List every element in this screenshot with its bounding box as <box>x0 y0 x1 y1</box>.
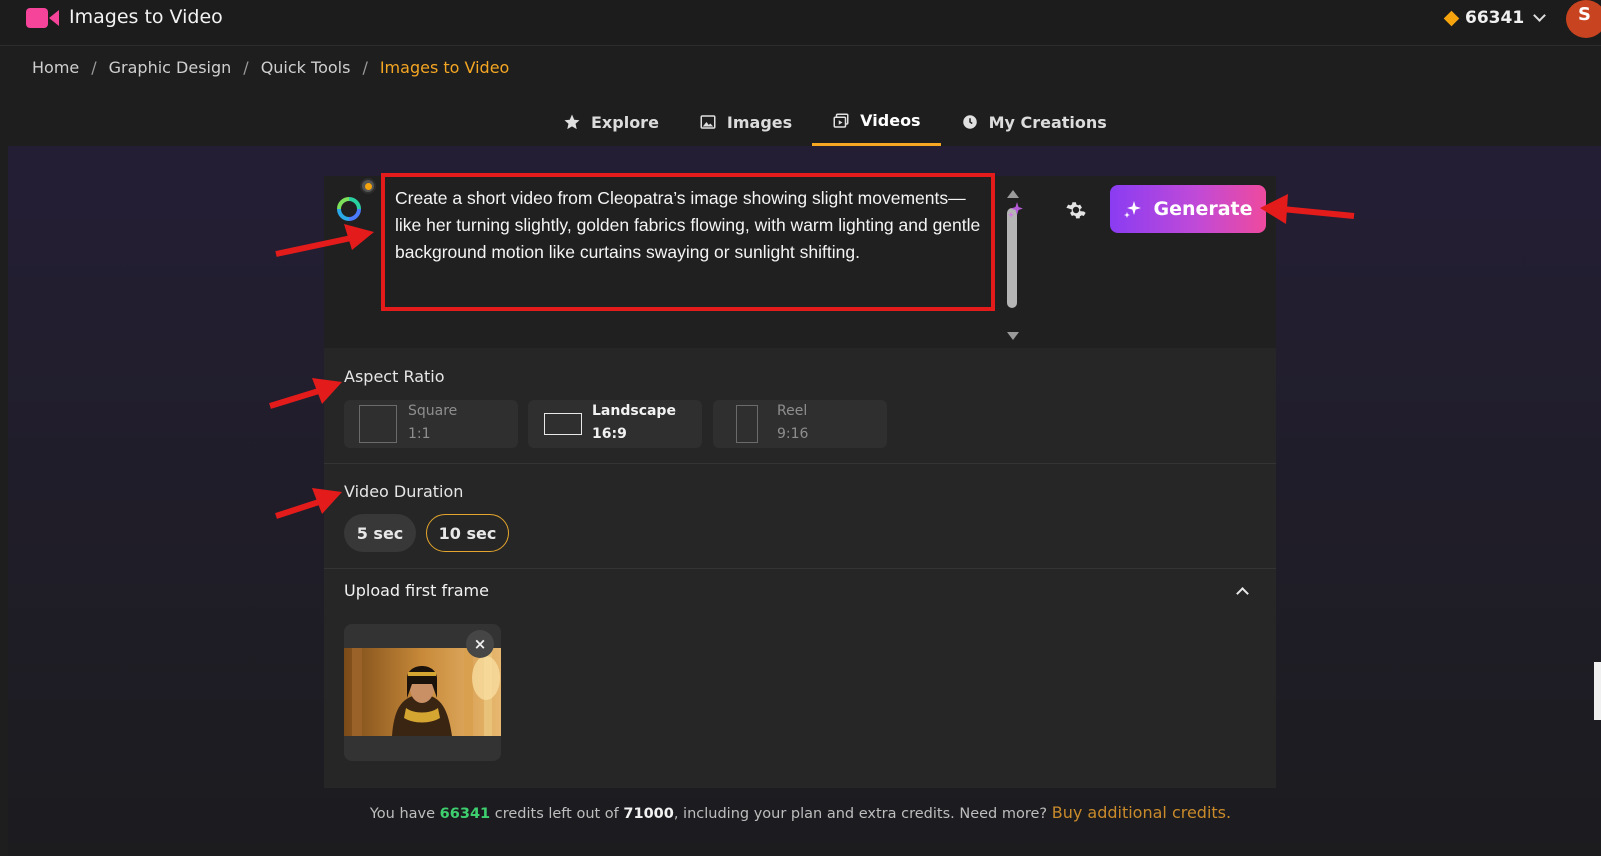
tab-label: Videos <box>860 111 921 130</box>
generator-panel: Create a short video from Cleopatra’s im… <box>324 173 1276 788</box>
prompt-input[interactable]: Create a short video from Cleopatra’s im… <box>381 173 995 311</box>
avatar[interactable]: S <box>1566 0 1601 38</box>
footer-middle: credits left out of <box>494 806 619 822</box>
scroll-thumb[interactable] <box>1007 208 1017 308</box>
annotation-arrow-icon <box>275 488 342 519</box>
status-dot-badge <box>360 178 376 194</box>
prompt-area: Create a short video from Cleopatra’s im… <box>324 173 1276 348</box>
aspect-option-value: 16:9 <box>592 426 627 442</box>
aspect-option-landscape[interactable]: Landscape 16:9 <box>528 400 702 448</box>
main-tabs: Explore Images Videos My Creations <box>543 98 1127 146</box>
ai-logo-icon <box>337 197 361 221</box>
breadcrumb-home[interactable]: Home <box>32 58 79 77</box>
tab-label: Images <box>726 112 793 132</box>
credits-footer: You have 66341 credits left out of 71000… <box>0 803 1601 822</box>
landscape-shape-icon <box>544 413 582 435</box>
aspect-option-value: 9:16 <box>777 426 809 442</box>
annotation-arrow-icon <box>275 224 374 257</box>
tab-explore[interactable]: Explore <box>543 98 679 146</box>
videos-icon <box>833 113 849 128</box>
edge-element <box>1594 662 1601 720</box>
star-icon <box>564 114 580 130</box>
reel-shape-icon <box>736 405 758 443</box>
upload-first-frame-title: Upload first frame <box>344 581 489 600</box>
tab-label: Explore <box>591 112 659 132</box>
footer-suffix: , including your plan and extra credits.… <box>673 806 1048 822</box>
buy-credits-link[interactable]: Buy additional credits. <box>1052 803 1231 822</box>
uploaded-frame-card: × <box>344 624 501 761</box>
footer-credits-left: 66341 <box>439 806 491 822</box>
breadcrumb: Home / Graphic Design / Quick Tools / Im… <box>32 58 509 77</box>
video-duration-label: Video Duration <box>344 482 464 501</box>
aspect-option-name: Reel <box>777 403 808 419</box>
tab-my-creations[interactable]: My Creations <box>941 98 1127 146</box>
duration-5-sec-button[interactable]: 5 sec <box>344 514 416 552</box>
footer-prefix: You have <box>369 806 436 822</box>
aspect-option-square[interactable]: Square 1:1 <box>344 400 518 448</box>
tab-videos[interactable]: Videos <box>812 98 941 146</box>
generate-label: Generate <box>1153 198 1253 220</box>
aspect-option-name: Square <box>408 403 458 419</box>
gear-icon[interactable] <box>1065 199 1087 221</box>
breadcrumb-graphic-design[interactable]: Graphic Design <box>109 58 232 77</box>
annotation-arrow-icon <box>269 378 342 409</box>
uploaded-frame-thumbnail <box>344 648 501 736</box>
section-divider <box>324 568 1276 569</box>
image-icon <box>700 115 716 129</box>
footer-credits-total: 71000 <box>623 806 674 822</box>
top-bar: Images to Video 66341 S <box>0 0 1601 46</box>
chevron-down-icon <box>1533 8 1547 22</box>
breadcrumb-current: Images to Video <box>379 58 510 77</box>
scroll-down-arrow-icon[interactable] <box>1007 332 1019 340</box>
app-title: Images to Video <box>69 6 223 28</box>
clock-icon <box>962 115 977 129</box>
scroll-up-arrow-icon[interactable] <box>1007 190 1019 198</box>
breadcrumb-separator: / <box>362 58 368 77</box>
remove-frame-button[interactable]: × <box>466 630 494 658</box>
credits-count: 66341 <box>1465 8 1525 28</box>
chevron-up-icon[interactable] <box>1236 587 1249 600</box>
square-shape-icon <box>359 405 397 443</box>
breadcrumb-quick-tools[interactable]: Quick Tools <box>261 58 351 77</box>
video-camera-icon <box>26 8 59 28</box>
duration-10-sec-button[interactable]: 10 sec <box>426 514 509 552</box>
breadcrumb-separator: / <box>91 58 97 77</box>
aspect-ratio-label: Aspect Ratio <box>344 367 445 386</box>
generate-button[interactable]: Generate <box>1110 185 1266 233</box>
tab-label: My Creations <box>988 112 1107 132</box>
aspect-option-reel[interactable]: Reel 9:16 <box>713 400 887 448</box>
sparkle-icon[interactable] <box>1007 200 1025 218</box>
diamond-icon <box>1443 10 1460 26</box>
section-divider <box>324 463 1276 464</box>
tab-images[interactable]: Images <box>679 98 812 146</box>
credits-dropdown[interactable]: 66341 <box>1443 6 1547 30</box>
aspect-option-name: Landscape <box>592 403 676 419</box>
aspect-option-value: 1:1 <box>408 426 431 442</box>
annotation-arrow-icon <box>1260 194 1355 224</box>
sparkle-icon <box>1124 201 1142 218</box>
breadcrumb-separator: / <box>243 58 249 77</box>
